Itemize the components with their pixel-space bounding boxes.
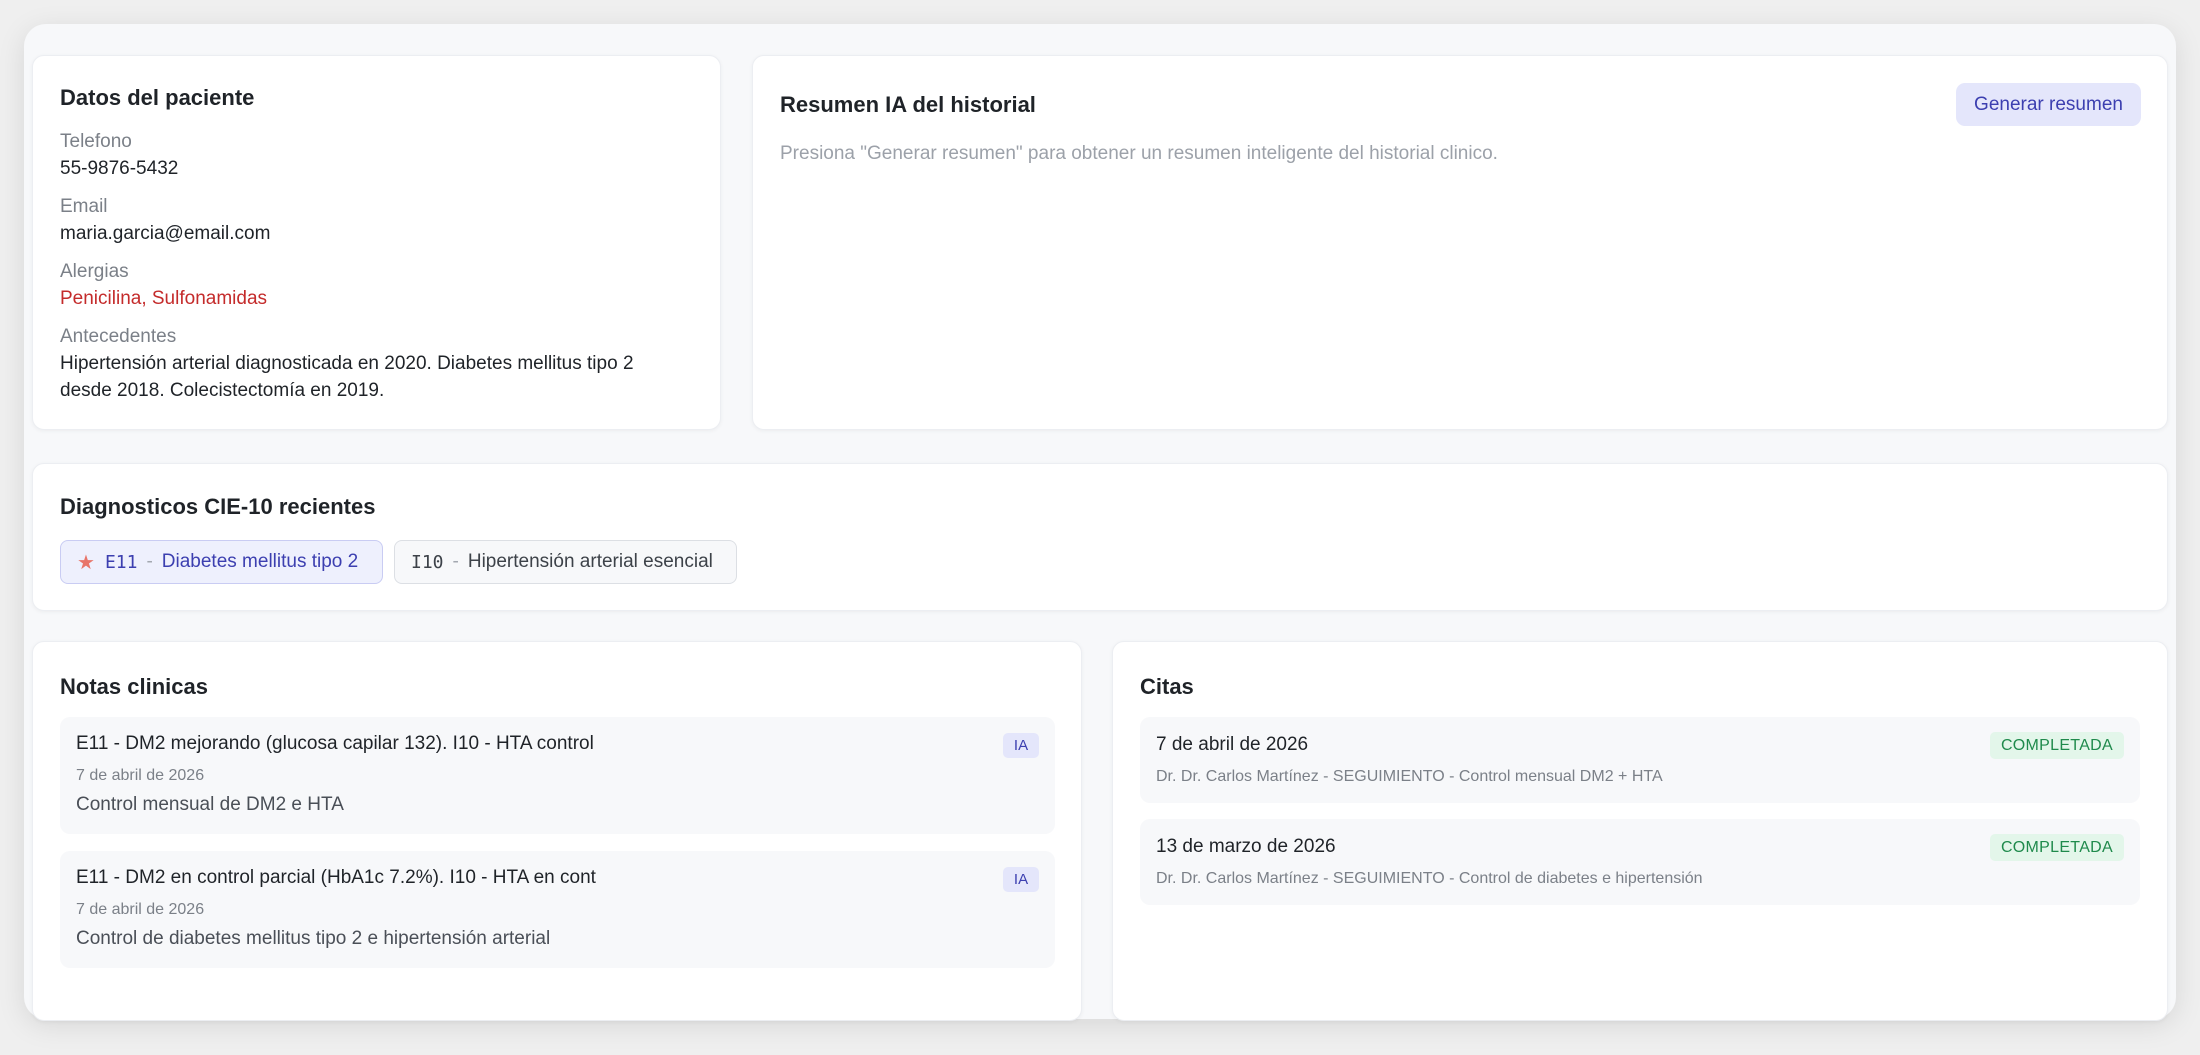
ai-summary-title: Resumen IA del historial [780,92,1036,117]
diagnosis-name: Diabetes mellitus tipo 2 [161,551,359,572]
appointment-item[interactable]: 13 de marzo de 2026 COMPLETADA Dr. Dr. C… [1140,819,2140,905]
history-label: Antecedentes [60,326,177,347]
appointments-title: Citas [1140,674,1194,699]
app-shell: Datos del paciente Telefono 55-9876-5432… [24,24,2176,1021]
email-value: maria.garcia@email.com [60,223,271,244]
allergies-label: Alergias [60,261,129,282]
status-badge: COMPLETADA [1989,732,2124,759]
appointment-detail: Dr. Dr. Carlos Martínez - SEGUIMIENTO - … [1156,870,1703,887]
note-date: 7 de abril de 2026 [76,767,205,784]
star-icon: ★ [77,551,95,574]
diagnosis-separator: - [452,551,459,572]
note-body: Control de diabetes mellitus tipo 2 e hi… [76,928,551,949]
ai-badge: IA [1003,867,1039,892]
clinical-note[interactable]: E11 - DM2 mejorando (glucosa capilar 132… [60,717,1055,834]
diagnosis-code: E11 [104,551,138,573]
appointment-date: 7 de abril de 2026 [1156,734,1309,755]
clinical-note[interactable]: E11 - DM2 en control parcial (HbA1c 7.2%… [60,851,1055,968]
phone-label: Telefono [60,131,132,152]
appointment-detail: Dr. Dr. Carlos Martínez - SEGUIMIENTO - … [1156,768,1663,785]
generate-summary-button[interactable]: Generar resumen [1956,83,2141,126]
diagnosis-name: Hipertensión arterial esencial [467,551,713,572]
note-title: E11 - DM2 mejorando (glucosa capilar 132… [76,733,594,754]
diagnosis-code: I10 [411,551,444,573]
diagnoses-card: Diagnosticos CIE-10 recientes ★ E11 - Di… [32,463,2168,611]
appointments-card: Citas 7 de abril de 2026 COMPLETADA Dr. … [1112,641,2168,1021]
patient-card: Datos del paciente Telefono 55-9876-5432… [32,55,721,430]
note-date: 7 de abril de 2026 [76,901,205,918]
allergies-value: Penicilina, Sulfonamidas [60,288,268,309]
ai-summary-card: Resumen IA del historial Generar resumen… [752,55,2168,430]
ai-summary-hint: Presiona "Generar resumen" para obtener … [780,143,1498,164]
diagnosis-separator: - [146,551,153,572]
appointment-date: 13 de marzo de 2026 [1156,836,1336,857]
history-value: Hipertensión arterial diagnosticada en 2… [60,353,634,401]
ai-badge: IA [1003,733,1039,758]
diagnosis-chip-i10[interactable]: I10 - Hipertensión arterial esencial [394,540,737,584]
diagnoses-title: Diagnosticos CIE-10 recientes [60,494,376,519]
clinical-notes-title: Notas clinicas [60,674,208,699]
phone-value: 55-9876-5432 [60,158,179,179]
diagnosis-chip-e11[interactable]: ★ E11 - Diabetes mellitus tipo 2 [60,540,383,584]
note-body: Control mensual de DM2 e HTA [76,794,344,815]
appointment-item[interactable]: 7 de abril de 2026 COMPLETADA Dr. Dr. Ca… [1140,717,2140,803]
clinical-notes-card: Notas clinicas E11 - DM2 mejorando (gluc… [32,641,1082,1021]
email-label: Email [60,196,108,217]
note-title: E11 - DM2 en control parcial (HbA1c 7.2%… [76,867,596,888]
patient-card-title: Datos del paciente [60,85,255,110]
status-badge: COMPLETADA [1989,834,2124,861]
